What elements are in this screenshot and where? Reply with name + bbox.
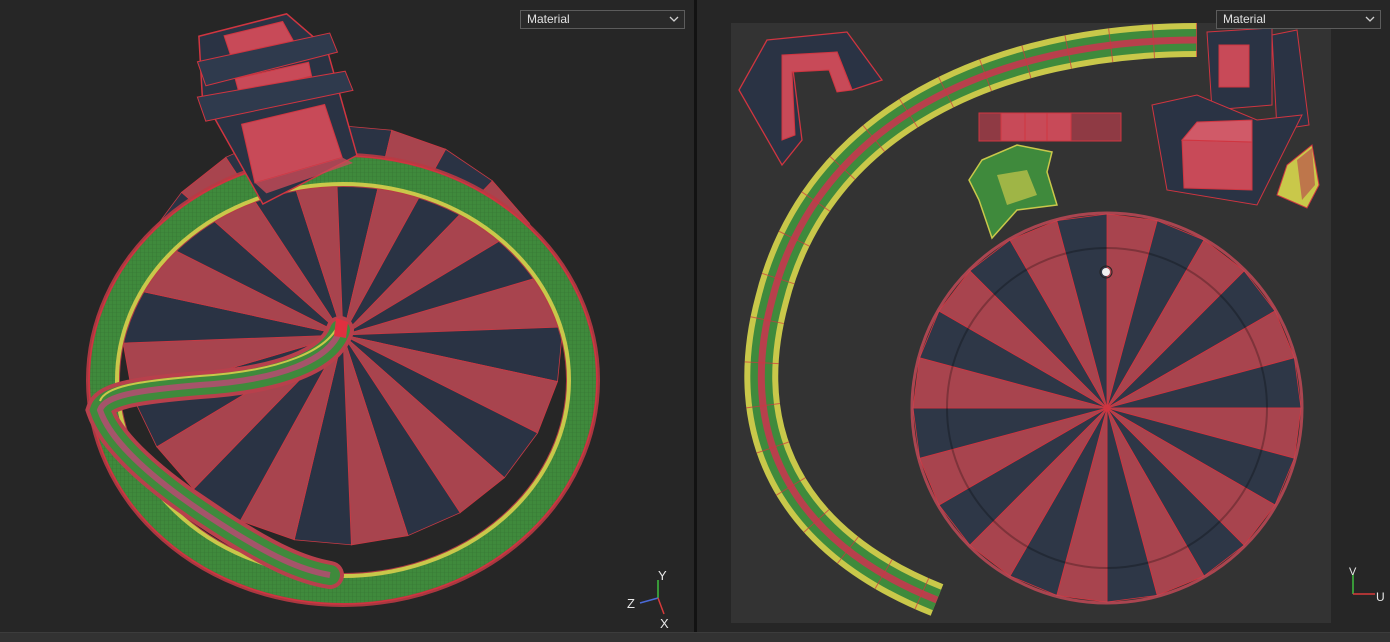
axis-label-v: V bbox=[1349, 566, 1357, 578]
axis-gizmo-uv: V U bbox=[1349, 566, 1385, 604]
chevron-down-icon bbox=[1365, 16, 1375, 22]
axis-label-u: U bbox=[1376, 590, 1385, 604]
model-3d-view[interactable] bbox=[0, 0, 694, 632]
uv-bar-island bbox=[978, 112, 1122, 142]
shading-mode-dropdown[interactable]: Material bbox=[520, 10, 685, 29]
uv-layout-view[interactable] bbox=[697, 0, 1390, 632]
uv-shading-mode-value: Material bbox=[1223, 12, 1266, 26]
axis-label-z: Z bbox=[627, 596, 635, 611]
viewport-3d[interactable]: Material Y Z X bbox=[0, 0, 694, 632]
axis-gizmo-3d: Y Z X bbox=[627, 568, 669, 631]
uv-shading-mode-dropdown[interactable]: Material bbox=[1216, 10, 1381, 29]
viewport-uv[interactable]: Material V U bbox=[697, 0, 1390, 632]
axis-label-y: Y bbox=[658, 568, 667, 583]
axis-label-x: X bbox=[660, 616, 669, 631]
chevron-down-icon bbox=[669, 16, 679, 22]
shading-mode-value: Material bbox=[527, 12, 570, 26]
